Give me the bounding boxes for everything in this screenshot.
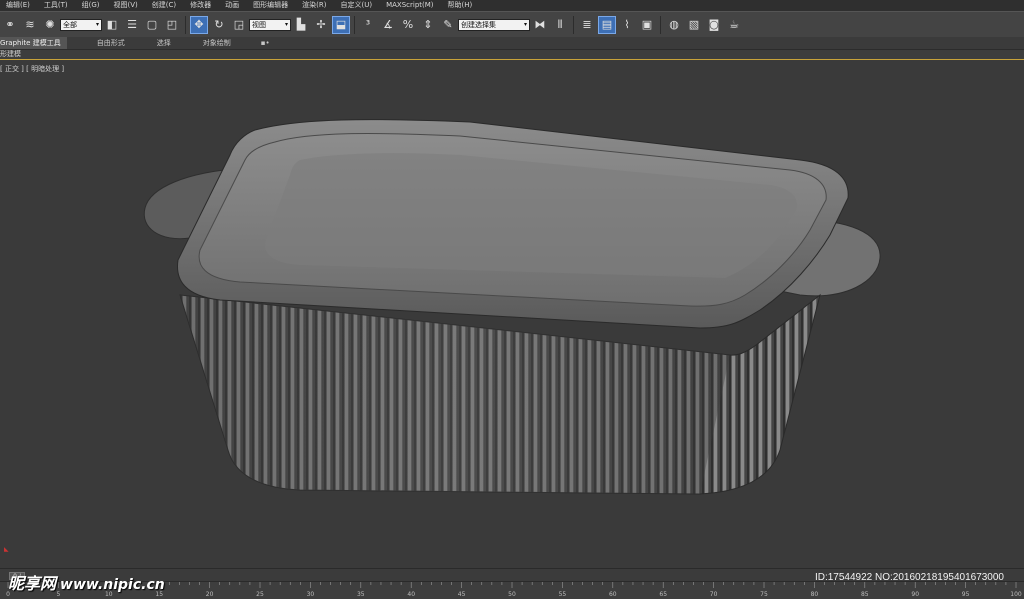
menu-help[interactable]: 帮助(H): [442, 0, 481, 11]
menu-bar: 编辑(E) 工具(T) 组(G) 视图(V) 创建(C) 修改器 动画 图形编辑…: [0, 0, 1024, 11]
ribbon-tabs: Graphite 建模工具 自由形式 选择 对象绘制 ▪•: [0, 37, 1024, 50]
track-tick-label: 95: [962, 591, 970, 598]
menu-maxscript[interactable]: MAXScript(M): [380, 0, 441, 11]
selection-filter-dropdown[interactable]: 全部 ▾: [60, 18, 102, 31]
scale-icon[interactable]: ◲: [230, 16, 248, 34]
menu-customize[interactable]: 自定义(U): [334, 0, 380, 11]
move-icon[interactable]: ✥: [190, 15, 208, 34]
align-icon[interactable]: ⫴: [551, 16, 569, 34]
reference-coord-value: 视图: [252, 20, 266, 29]
link-icon[interactable]: ⚭: [1, 16, 19, 34]
pivot-center-icon[interactable]: ▙: [292, 16, 310, 34]
watermark-brand: 昵享网: [8, 574, 57, 593]
named-selection-dropdown[interactable]: 创建选择集 ▾: [458, 18, 530, 31]
dropdown-arrow-icon: ▾: [284, 20, 288, 28]
track-tick-label: 80: [811, 591, 819, 598]
watermark-site: www.nipic.cn: [60, 577, 165, 593]
render-production-icon[interactable]: ☕: [725, 16, 743, 34]
named-selection-value: 创建选择集: [461, 20, 496, 29]
dropdown-arrow-icon: ▾: [523, 20, 527, 28]
track-tick-label: 40: [407, 591, 415, 598]
selection-filter-value: 全部: [63, 20, 77, 29]
dropdown-arrow-icon: ▾: [95, 20, 99, 28]
toolbar-separator: [573, 15, 574, 34]
layer-manager-icon[interactable]: ≣: [578, 16, 596, 34]
track-tick-label: 50: [508, 591, 516, 598]
reference-coord-dropdown[interactable]: 视图 ▾: [249, 18, 291, 31]
select-by-name-icon[interactable]: ☰: [123, 16, 141, 34]
menu-rendering[interactable]: 渲染(R): [296, 0, 334, 11]
select-object-icon[interactable]: ◧: [103, 16, 121, 34]
window-crossing-icon[interactable]: ◰: [163, 16, 181, 34]
tab-object-paint[interactable]: 对象绘制: [203, 37, 231, 49]
rotate-icon[interactable]: ↻: [210, 16, 228, 34]
curve-editor-icon[interactable]: ⌇: [618, 16, 636, 34]
rect-selection-icon[interactable]: ▢: [143, 16, 161, 34]
track-tick-label: 45: [458, 591, 466, 598]
track-tick-label: 75: [760, 591, 768, 598]
keyboard-shortcut-icon[interactable]: ⬓: [332, 15, 350, 34]
bind-space-warp-icon[interactable]: ✺: [41, 16, 59, 34]
edit-named-selection-icon[interactable]: ✎: [439, 16, 457, 34]
track-tick-label: 85: [861, 591, 869, 598]
main-toolbar: ⚭ ≋ ✺ 全部 ▾ ◧ ☰ ▢ ◰ ✥ ↻ ◲ 视图 ▾ ▙ ✢ ⬓ ³ ∡ …: [0, 11, 1024, 38]
tab-graphite-modeling[interactable]: Graphite 建模工具: [0, 37, 67, 49]
track-tick-label: 65: [659, 591, 667, 598]
toolbar-separator: [354, 15, 355, 34]
toolbar-separator: [660, 15, 661, 34]
track-tick-label: 100: [1010, 591, 1022, 598]
watermark-logo: 昵享网 www.nipic.cn: [8, 570, 165, 594]
graphite-toggle-icon[interactable]: ▤: [598, 15, 616, 34]
track-tick-label: 20: [206, 591, 214, 598]
rendered-frame-icon[interactable]: ◙: [705, 16, 723, 34]
baking-dish-model[interactable]: [0, 60, 1024, 568]
track-tick-label: 90: [911, 591, 919, 598]
viewport[interactable]: [ 正交 ] [ 明暗处理 ] ◣: [0, 60, 1024, 568]
menu-animation[interactable]: 动画: [219, 0, 247, 11]
track-tick-label: 70: [710, 591, 718, 598]
spinner-snap-icon[interactable]: ⇕: [419, 16, 437, 34]
track-tick-label: 25: [256, 591, 264, 598]
menu-tools[interactable]: 工具(T): [38, 0, 76, 11]
tab-freeform[interactable]: 自由形式: [97, 37, 125, 49]
menu-views[interactable]: 视图(V): [108, 0, 146, 11]
toolbar-separator: [185, 15, 186, 34]
percent-snap-icon[interactable]: %: [399, 16, 417, 34]
track-tick-label: 60: [609, 591, 617, 598]
unlink-icon[interactable]: ≋: [21, 16, 39, 34]
ribbon-panel-label: 形建模: [0, 50, 1024, 60]
menu-graph-editors[interactable]: 图形编辑器: [247, 0, 296, 11]
menu-modifiers[interactable]: 修改器: [184, 0, 219, 11]
schematic-view-icon[interactable]: ▣: [638, 16, 656, 34]
material-editor-icon[interactable]: ◍: [665, 16, 683, 34]
ribbon-options-icon[interactable]: ▪•: [261, 37, 270, 49]
tab-selection[interactable]: 选择: [157, 37, 171, 49]
menu-group[interactable]: 组(G): [76, 0, 108, 11]
watermark-id: ID:17544922 NO:20160218195401673000: [814, 572, 1004, 583]
track-tick-label: 35: [357, 591, 365, 598]
menu-create[interactable]: 创建(C): [146, 0, 184, 11]
render-setup-icon[interactable]: ▧: [685, 16, 703, 34]
angle-snap-icon[interactable]: ∡: [379, 16, 397, 34]
snap-toggle-icon[interactable]: ³: [359, 16, 377, 34]
track-tick-label: 55: [559, 591, 567, 598]
select-manipulate-icon[interactable]: ✢: [312, 16, 330, 34]
menu-edit[interactable]: 编辑(E): [0, 0, 38, 11]
track-tick-label: 30: [307, 591, 315, 598]
mirror-icon[interactable]: ⧓: [531, 16, 549, 34]
axis-tripod-icon: ◣: [4, 546, 9, 553]
